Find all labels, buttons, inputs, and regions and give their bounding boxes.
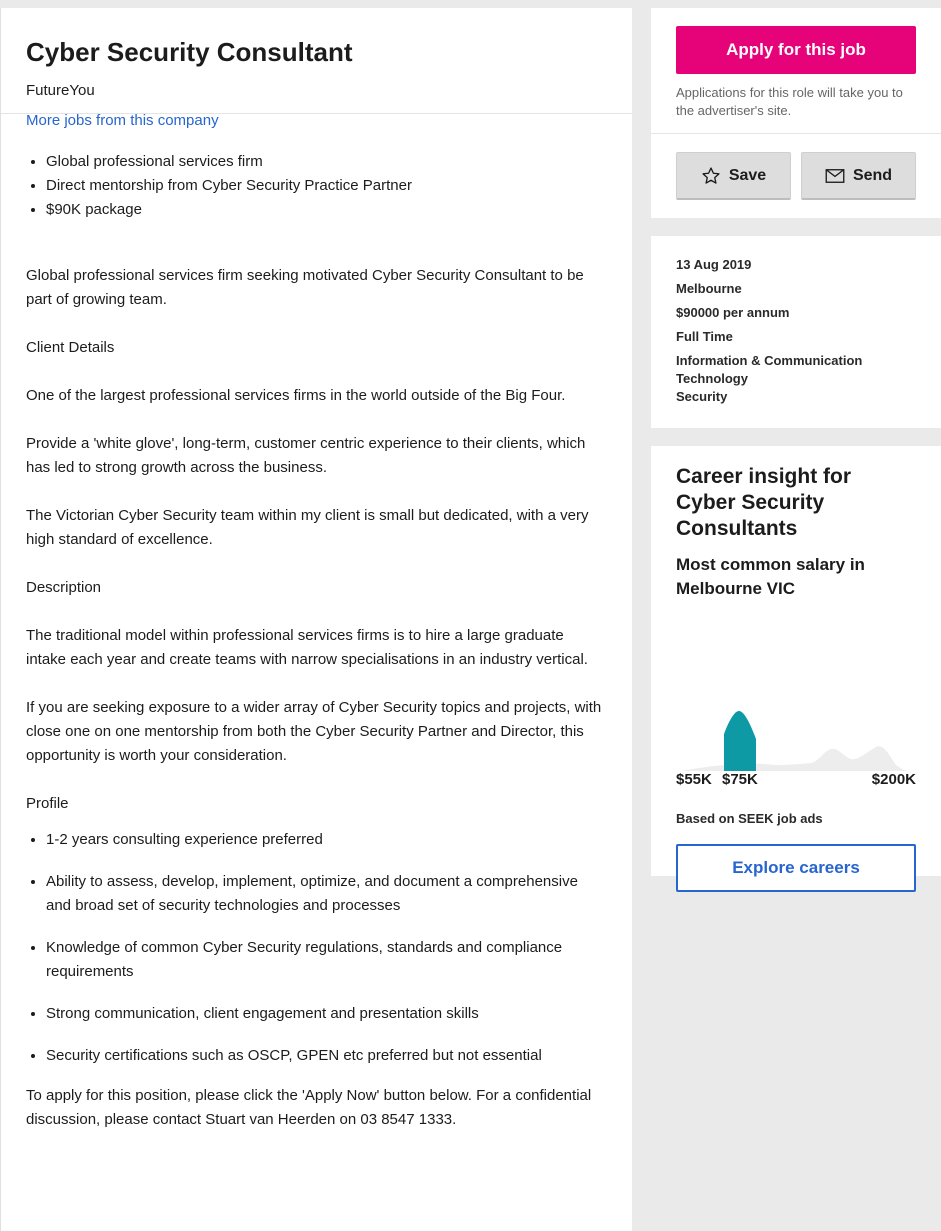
insight-title: Career insight for Cyber Security Consul… xyxy=(676,465,852,540)
apply-note: Applications for this role will take you… xyxy=(676,85,903,118)
tick-high: $200K xyxy=(871,771,916,788)
job-actions: Save Send xyxy=(651,134,941,218)
job-description: Global professional services firm Direct… xyxy=(1,114,632,1132)
highlight-item: $90K package xyxy=(46,198,607,222)
career-insight-card: Career insight for Cyber Security Consul… xyxy=(651,446,941,892)
category-line: Information & Communication xyxy=(676,353,863,368)
description-paragraph: If you are seeking exposure to a wider a… xyxy=(26,699,602,764)
category-line: Technology xyxy=(676,371,748,386)
tick-low: $55K xyxy=(676,771,712,788)
description-heading: Description xyxy=(26,579,102,596)
send-label: Send xyxy=(852,166,893,184)
send-button[interactable]: Send xyxy=(801,152,916,200)
apply-button[interactable]: Apply for this job xyxy=(676,26,916,74)
profile-item: Ability to assess, develop, implement, o… xyxy=(46,870,607,918)
job-location: Melbourne xyxy=(676,281,742,296)
highlight-item: Global professional services firm xyxy=(46,150,607,174)
salary-distribution-chart xyxy=(676,651,916,771)
job-title: Cyber Security Consultant xyxy=(26,37,353,67)
listing-date: 13 Aug 2019 xyxy=(676,257,752,272)
star-icon xyxy=(702,166,720,184)
salary-heading: Most common salary in Melbourne VIC xyxy=(676,555,865,598)
client-paragraph: Provide a 'white glove', long-term, cust… xyxy=(26,435,586,476)
company-name: FutureYou xyxy=(26,82,95,99)
more-jobs-link[interactable]: More jobs from this company xyxy=(26,112,219,130)
profile-item: Security certifications such as OSCP, GP… xyxy=(46,1044,607,1068)
job-detail-panel: Cyber Security Consultant FutureYou More… xyxy=(0,8,632,1231)
job-meta-card: 13 Aug 2019 Melbourne $90000 per annum F… xyxy=(651,236,941,428)
subcategory: Security xyxy=(676,389,728,404)
salary-distribution-area xyxy=(683,746,908,771)
profile-item: 1-2 years consulting experience preferre… xyxy=(46,828,607,852)
profile-item: Knowledge of common Cyber Security regul… xyxy=(46,936,607,984)
job-category: Information & Communication Technology S… xyxy=(676,352,916,406)
intro-paragraph: Global professional services firm seekin… xyxy=(26,267,584,308)
profile-list: 1-2 years consulting experience preferre… xyxy=(26,828,607,1068)
client-paragraph: The Victorian Cyber Security team within… xyxy=(26,507,589,548)
job-salary: $90000 per annum xyxy=(676,305,790,320)
profile-heading: Profile xyxy=(26,795,69,812)
profile-item: Strong communication, client engagement … xyxy=(46,1002,607,1026)
common-salary-band xyxy=(724,711,756,771)
description-paragraph: The traditional model within professiona… xyxy=(26,627,588,668)
client-paragraph: One of the largest professional services… xyxy=(26,387,566,404)
apply-instructions: To apply for this position, please click… xyxy=(26,1087,592,1128)
explore-careers-button[interactable]: Explore careers xyxy=(676,844,916,892)
tick-mid: $75K xyxy=(722,771,758,788)
client-details-heading: Client Details xyxy=(26,339,115,356)
apply-card: Apply for this job Applications for this… xyxy=(651,8,941,218)
mail-icon xyxy=(825,168,845,183)
data-source-note: Based on SEEK job ads xyxy=(676,811,823,826)
highlight-item: Direct mentorship from Cyber Security Pr… xyxy=(46,174,607,198)
work-type: Full Time xyxy=(676,329,733,344)
save-button[interactable]: Save xyxy=(676,152,791,200)
highlights-list: Global professional services firm Direct… xyxy=(26,150,607,222)
job-header: Cyber Security Consultant FutureYou More… xyxy=(1,8,632,129)
save-label: Save xyxy=(728,166,767,184)
salary-axis: $55K $75K $200K xyxy=(676,771,916,791)
